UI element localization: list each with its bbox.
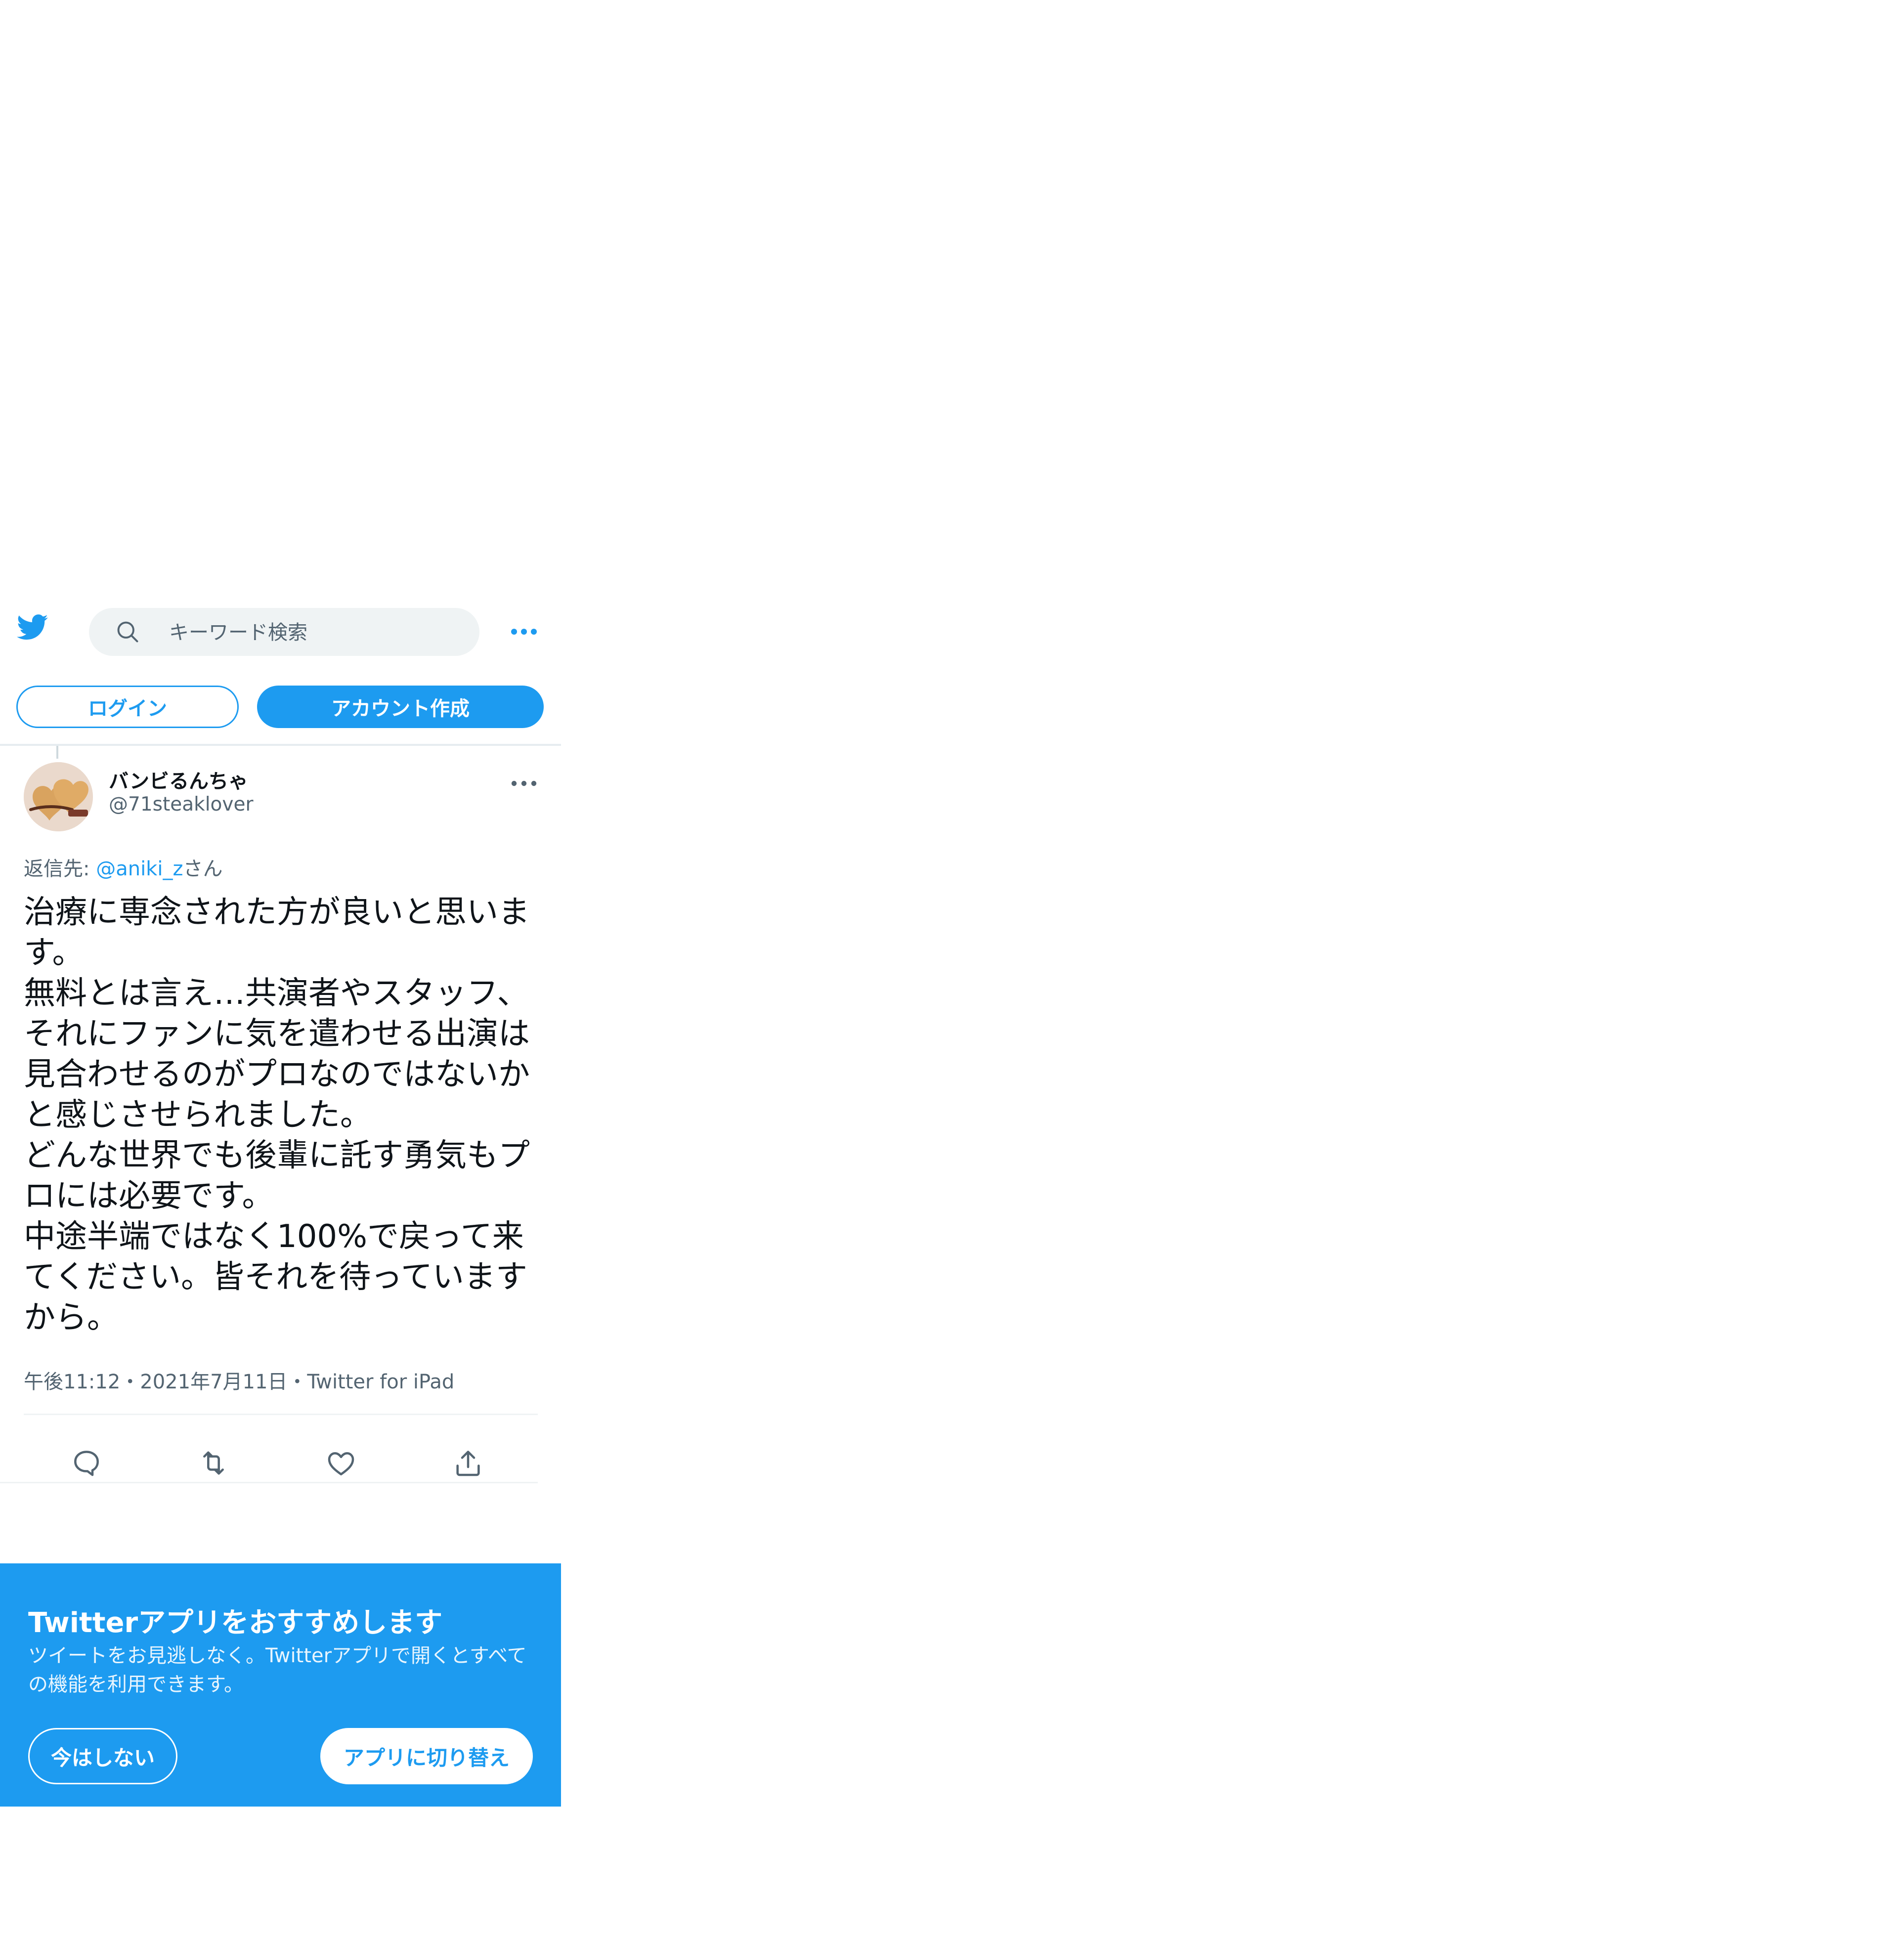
reply-prefix: 返信先: xyxy=(24,858,96,880)
top-bar: ログイン アカウント作成 xyxy=(0,608,561,759)
switch-to-app-button[interactable]: アプリに切り替え xyxy=(320,1728,533,1784)
avatar-heart-cookies-image xyxy=(24,762,93,831)
retweet-icon[interactable] xyxy=(198,1447,229,1479)
divider xyxy=(24,1414,538,1415)
more-options-icon[interactable] xyxy=(509,622,539,642)
user-handle[interactable]: @71steaklover xyxy=(109,793,254,816)
reply-to-line: 返信先: @aniki_zさん xyxy=(24,853,222,881)
create-account-button[interactable]: アカウント作成 xyxy=(257,686,544,728)
mobile-page: ログイン アカウント作成 バンビるんちゃ @71steaklover 返信先: … xyxy=(0,608,561,1807)
twitter-bird-logo[interactable] xyxy=(15,611,50,643)
app-promo-banner: Twitterアプリをおすすめします ツイートをお見逃しなく。Twitterアプ… xyxy=(0,1563,561,1807)
reply-icon[interactable] xyxy=(71,1447,102,1479)
thread-connector-line xyxy=(56,746,58,759)
tweet-text: 治療に専念された方が良いと思います。 無料とは言え…共演者やスタッフ、それにファ… xyxy=(24,894,530,1336)
like-icon[interactable] xyxy=(325,1447,357,1479)
tweet-timestamp[interactable]: 午後11:12・2021年7月11日・Twitter for iPad xyxy=(24,1366,454,1394)
divider xyxy=(0,744,561,746)
avatar[interactable] xyxy=(24,762,93,831)
display-name[interactable]: バンビるんちゃ xyxy=(109,765,248,794)
reply-suffix: さん xyxy=(183,858,223,880)
not-now-button[interactable]: 今はしない xyxy=(28,1728,177,1784)
search-box[interactable] xyxy=(89,608,479,657)
search-icon xyxy=(117,621,138,643)
login-button[interactable]: ログイン xyxy=(16,686,239,728)
share-icon[interactable] xyxy=(452,1447,484,1479)
search-input[interactable] xyxy=(168,608,457,657)
tweet-more-icon[interactable] xyxy=(509,776,539,791)
divider xyxy=(0,1482,538,1483)
reply-mention-link[interactable]: @aniki_z xyxy=(96,858,183,880)
promo-description: ツイートをお見逃しなく。Twitterアプリで開くとすべての機能を利用できます。 xyxy=(28,1644,527,1696)
promo-title: Twitterアプリをおすすめします xyxy=(28,1607,443,1639)
